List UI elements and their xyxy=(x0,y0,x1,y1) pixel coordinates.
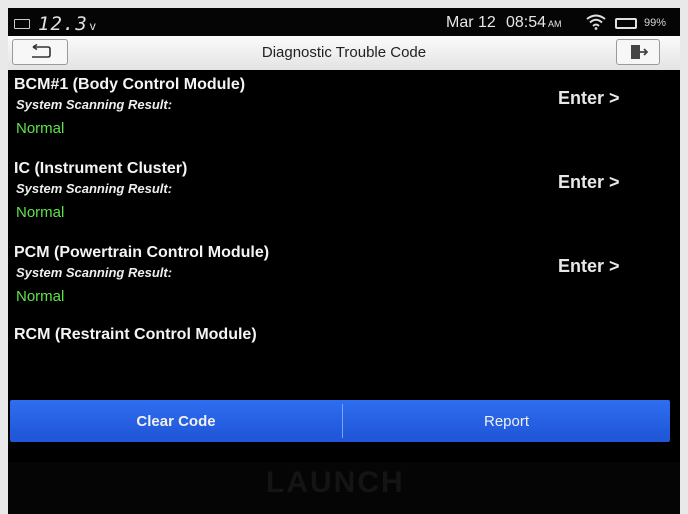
clear-code-button[interactable]: Clear Code xyxy=(10,400,342,442)
enter-button[interactable]: Enter > xyxy=(558,172,620,193)
enter-button[interactable]: Enter > xyxy=(558,88,620,109)
battery-icon xyxy=(615,18,637,29)
status-date: Mar 12 xyxy=(446,14,496,31)
battery-percent: 99% xyxy=(644,17,667,29)
module-subtitle: System Scanning Result: xyxy=(16,181,173,196)
battery-voltage: 12.3 v xyxy=(38,13,97,35)
time-value: 08:54 xyxy=(506,14,547,31)
module-status: Normal xyxy=(16,120,65,137)
module-subtitle: System Scanning Result: xyxy=(16,265,173,280)
voltage-unit: v xyxy=(89,19,97,33)
list-item[interactable]: IC (Instrument Cluster) System Scanning … xyxy=(8,156,680,240)
enter-button[interactable]: Enter > xyxy=(558,256,620,277)
page-title: Diagnostic Trouble Code xyxy=(261,44,427,61)
module-name: IC (Instrument Cluster) xyxy=(14,160,188,177)
list-item[interactable]: BCM#1 (Body Control Module) System Scann… xyxy=(8,72,680,156)
wifi-icon xyxy=(586,14,606,34)
module-name: RCM (Restraint Control Module) xyxy=(14,326,257,343)
module-status: Normal xyxy=(16,288,65,305)
module-subtitle: System Scanning Result: xyxy=(16,97,173,112)
module-name: BCM#1 (Body Control Module) xyxy=(14,76,246,93)
device-brand-logo: LAUNCH xyxy=(266,466,405,499)
module-name: PCM (Powertrain Control Module) xyxy=(14,244,270,261)
module-status: Normal xyxy=(16,204,65,221)
title-bar: Diagnostic Trouble Code xyxy=(8,36,680,70)
voltage-value: 12.3 xyxy=(38,13,88,35)
list-item[interactable]: PCM (Powertrain Control Module) System S… xyxy=(8,240,680,324)
status-time: 08:54 AM xyxy=(506,14,562,32)
scan-tool-device: 12.3 v Mar 12 08:54 AM 99% Diagnostic Trou… xyxy=(8,8,680,514)
time-ampm: AM xyxy=(548,19,562,29)
status-bar: 12.3 v Mar 12 08:54 AM 99% xyxy=(8,8,680,36)
exit-door-icon xyxy=(631,45,648,59)
exit-button[interactable] xyxy=(616,39,660,65)
bottom-action-bar: Clear Code Report xyxy=(10,400,670,442)
battery-status-icon xyxy=(14,19,30,29)
report-button[interactable]: Report xyxy=(343,400,670,442)
list-item[interactable]: RCM (Restraint Control Module) xyxy=(8,324,680,408)
